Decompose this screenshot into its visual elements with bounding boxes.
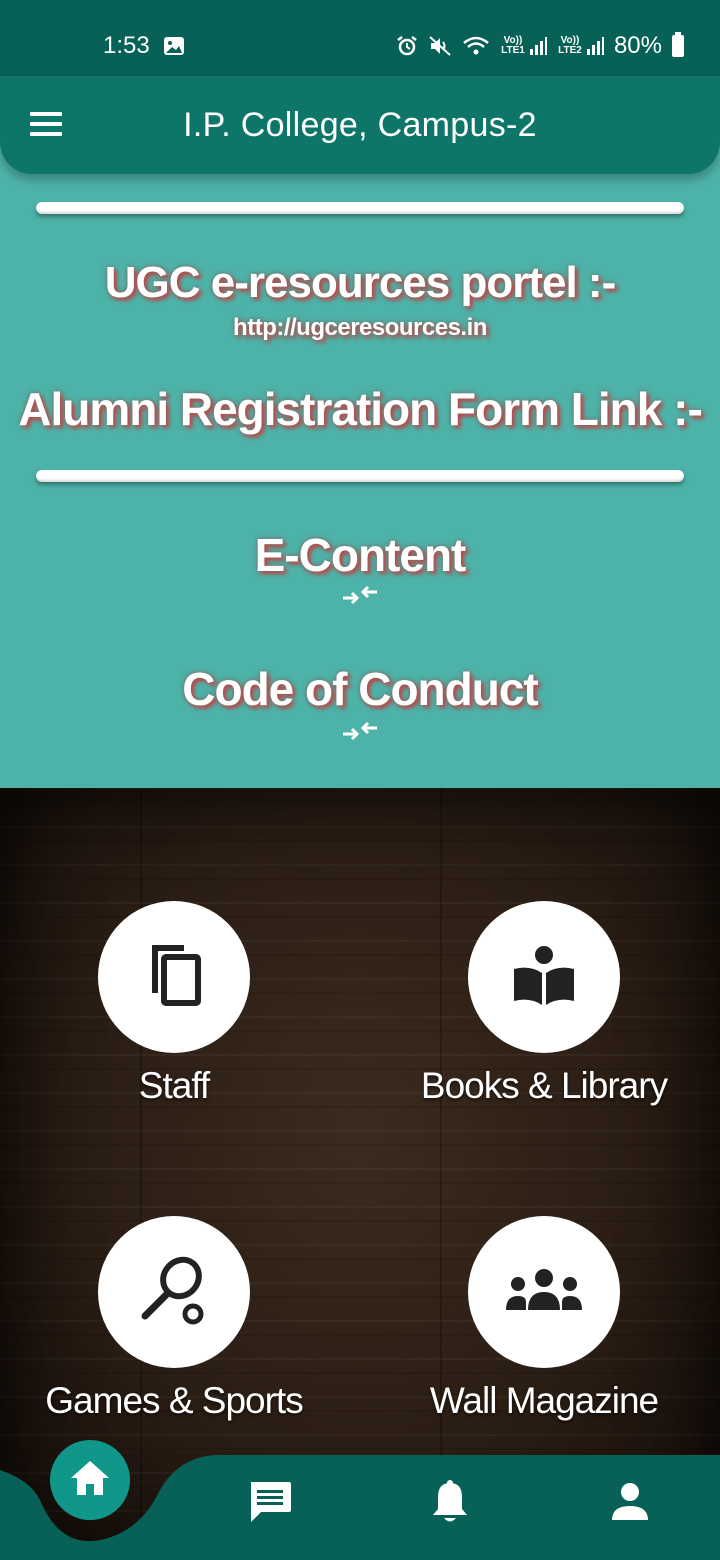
battery-icon [672,32,684,57]
alumni-heading[interactable]: Alumni Registration Form Link :- [0,382,720,436]
bell-icon [430,1479,470,1529]
tile-books-library[interactable]: Books & Library [394,901,694,1131]
status-time: 1:53 [103,32,150,59]
tile-label-books-library: Books & Library [420,1065,668,1106]
tile-icon-circle [98,1216,250,1368]
tile-label-wall-magazine: Wall Magazine [429,1380,659,1421]
tile-icon-circle [98,901,250,1053]
group-icon [504,1268,584,1316]
gallery-icon [163,36,185,56]
battery-percent: 80% [613,32,662,59]
app-header: I.P. College, Campus-2 [0,76,720,174]
tile-wall-magazine[interactable]: Wall Magazine [394,1216,694,1446]
sim1-label: Vo)) LTE1 [501,35,525,56]
tile-games-sports[interactable]: Games & Sports [24,1216,324,1446]
mute-icon [428,35,452,57]
page-title: I.P. College, Campus-2 [183,106,537,144]
collapse-arrows-icon[interactable] [341,720,379,742]
tile-icon-circle [468,901,620,1053]
divider [36,470,684,482]
person-icon [610,1482,650,1526]
ugc-link[interactable]: http://ugceresources.in [0,314,720,342]
status-icons: Vo)) LTE1 Vo)) LTE2 80% [396,30,684,62]
tile-staff[interactable]: Staff [24,901,324,1131]
chat-icon [247,1480,293,1528]
signal-icon-2: Vo)) LTE2 [557,36,604,56]
ugc-heading: UGC e-resources portel :- [104,258,616,307]
code-of-conduct-heading[interactable]: Code of Conduct [0,662,720,716]
econtent-heading[interactable]: E-Content [0,528,720,582]
signal-icon: Vo)) LTE1 [500,36,547,56]
collapse-arrows-icon[interactable] [341,584,379,606]
home-button[interactable] [50,1440,130,1520]
copy-icon [144,941,204,1013]
tile-label-staff: Staff [138,1065,210,1106]
tile-label-games-sports: Games & Sports [45,1380,303,1421]
home-icon [69,1459,111,1501]
racket-icon [139,1254,209,1330]
profile-button[interactable] [600,1474,660,1534]
info-section: UGC e-resources portel :- http://ugceres… [0,174,720,788]
chat-button[interactable] [240,1474,300,1534]
sim2-label: Vo)) LTE2 [558,35,582,56]
notifications-button[interactable] [420,1474,480,1534]
wifi-icon [462,35,490,57]
alarm-icon [396,35,418,57]
bottom-navigation [0,1440,720,1560]
tile-icon-circle [468,1216,620,1368]
divider [36,202,684,214]
status-bar: 1:53 Vo)) LTE1 Vo)) LTE2 80% [0,0,720,76]
reader-book-icon [512,943,576,1011]
